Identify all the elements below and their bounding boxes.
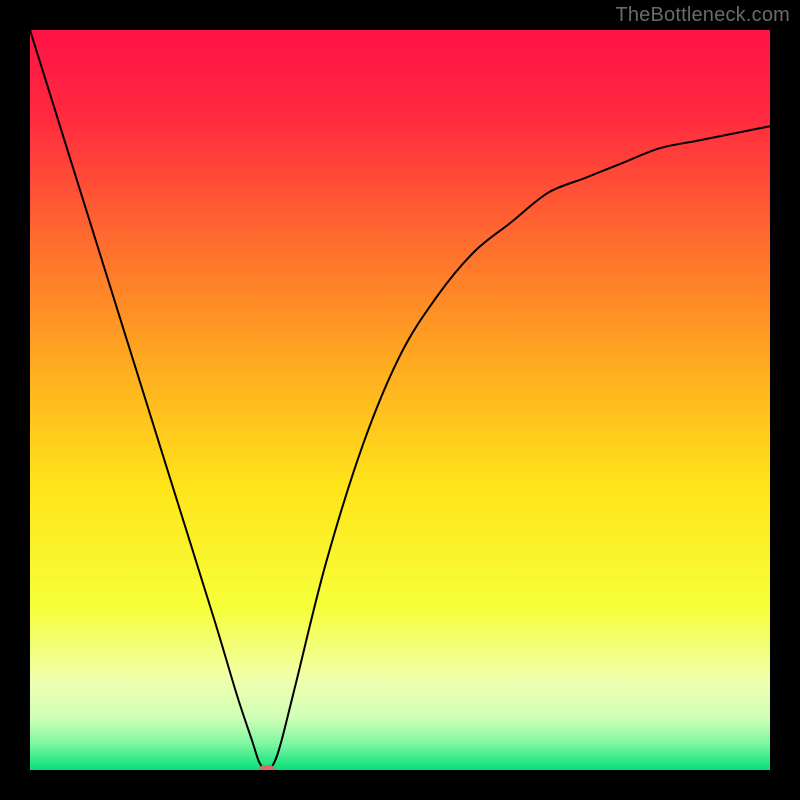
plot-area xyxy=(30,30,770,770)
site-watermark: TheBottleneck.com xyxy=(615,4,790,27)
chart-frame: TheBottleneck.com xyxy=(0,0,800,800)
minimum-marker xyxy=(259,765,275,770)
bottleneck-curve xyxy=(30,30,770,770)
